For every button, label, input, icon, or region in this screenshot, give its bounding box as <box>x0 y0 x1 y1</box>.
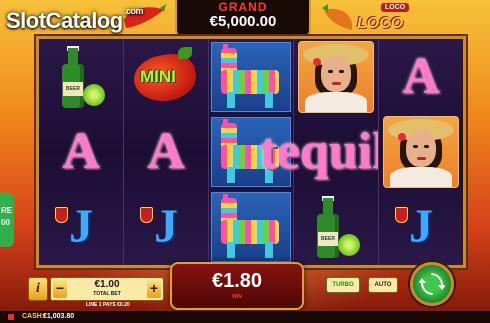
win-value: €1.80 <box>211 270 263 292</box>
reel-cell <box>294 39 378 114</box>
bet-increase-button[interactable]: + <box>147 280 161 298</box>
spin-button[interactable] <box>410 262 454 306</box>
turbo-button[interactable]: TURBO <box>326 277 360 293</box>
bottle-label-text: BEER <box>63 81 83 96</box>
reel-1: BEER A J <box>39 39 123 265</box>
flower-icon <box>398 132 406 141</box>
logo-top-text: LOCO <box>381 3 410 12</box>
reel-5: A J <box>379 39 463 265</box>
cash-label: CASH: <box>22 313 45 320</box>
bet-decrease-button[interactable]: − <box>53 280 67 298</box>
line-pays-text: LINE 1 PAYS €0.20 <box>86 302 130 308</box>
shield-icon <box>395 206 408 223</box>
reel-cell: MINI <box>124 39 208 114</box>
side-feature-tab[interactable]: RE 00 <box>0 193 14 247</box>
info-button[interactable]: i <box>28 277 48 301</box>
reel-cell: A <box>124 114 208 189</box>
slotcatalog-watermark: SlotCatalog .com <box>6 6 144 34</box>
spin-arrows-icon <box>419 273 445 295</box>
watermark-tld: .com <box>124 6 144 16</box>
reel-frame: BEER A J MINI A J tequila BEER A J <box>36 36 466 268</box>
letter-j-symbol: J <box>395 202 433 251</box>
letter-j-symbol: J <box>140 202 178 251</box>
jackpot-value: €5,000.00 <box>209 13 277 30</box>
tequila-bottle-symbol: BEER <box>56 45 106 108</box>
reel-2: MINI A J <box>124 39 208 265</box>
letter-a-symbol: A <box>147 122 185 180</box>
win-label: WIN <box>232 294 242 300</box>
senorita-symbol <box>383 115 459 188</box>
autoplay-button[interactable]: AUTO <box>368 277 398 293</box>
reel-cell: A <box>39 114 123 189</box>
flower-icon <box>313 57 321 66</box>
side-tab-line2: 00 <box>1 218 10 227</box>
reel-cell: A <box>379 39 463 114</box>
total-bet-value: €1.00 <box>94 279 120 290</box>
status-icon <box>8 314 14 320</box>
letter-a-symbol: A <box>402 47 440 105</box>
reel-cell: BEER <box>294 189 378 264</box>
reel-cell <box>209 189 293 264</box>
total-bet-label: TOTAL BET <box>93 291 121 297</box>
reel-cell: J <box>379 189 463 264</box>
grand-jackpot-display: GRAND €5,000.00 <box>175 0 311 38</box>
reel-cell <box>209 39 293 114</box>
cash-value: €1,003.80 <box>43 313 75 320</box>
reel-cell <box>379 114 463 189</box>
reel-cell: J <box>39 189 123 264</box>
bottle-label-text: BEER <box>318 231 338 246</box>
pinata-symbol <box>211 191 291 262</box>
letter-a-symbol: A <box>62 122 100 180</box>
bet-selector: − €1.00 TOTAL BET + <box>50 277 164 301</box>
reel-cell: BEER <box>39 39 123 114</box>
pinata-symbol <box>211 41 291 112</box>
mini-pepper-symbol: MINI <box>130 45 202 109</box>
shield-icon <box>140 206 153 223</box>
tequila-bottle-symbol: BEER <box>311 195 361 258</box>
side-tab-line1: RE <box>1 206 13 215</box>
jackpot-label: GRAND <box>218 0 268 14</box>
chili-pepper-decoration-right <box>322 4 353 30</box>
watermark-brand: SlotCatalog <box>6 8 123 33</box>
lime-icon <box>338 233 360 256</box>
mini-jackpot-text: MINI <box>140 66 176 86</box>
letter-j-symbol: J <box>55 202 93 251</box>
lime-icon <box>83 83 105 106</box>
senorita-symbol <box>298 40 374 113</box>
reel-cell: tequila <box>259 114 412 189</box>
reel-4: tequila BEER <box>259 39 413 265</box>
win-display: €1.80 WIN <box>170 262 304 310</box>
shield-icon <box>55 206 68 223</box>
reel-cell: J <box>124 189 208 264</box>
control-bar: i − €1.00 TOTAL BET + LINE 1 PAYS €0.20 … <box>24 262 410 310</box>
